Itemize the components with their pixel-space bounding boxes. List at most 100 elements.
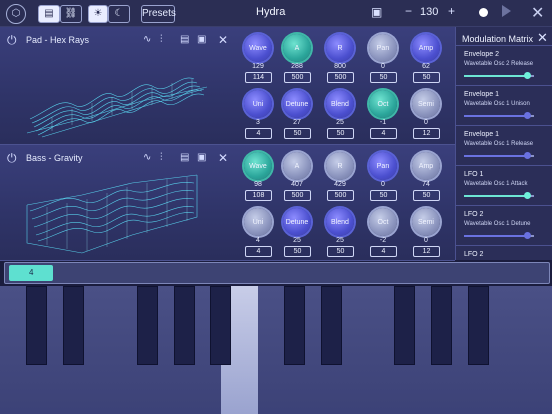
knob-range-box[interactable]: 50 bbox=[370, 190, 397, 201]
black-key[interactable] bbox=[173, 286, 195, 365]
save-icon[interactable]: ▣ bbox=[197, 152, 206, 163]
slider-thumb[interactable] bbox=[524, 232, 531, 239]
release-knob[interactable]: R bbox=[326, 34, 354, 62]
knob-range-box[interactable]: 50 bbox=[370, 72, 397, 83]
attack-knob[interactable]: A bbox=[283, 152, 311, 180]
mod-amount-slider[interactable] bbox=[464, 152, 534, 159]
knob-range-box[interactable]: 4 bbox=[370, 128, 397, 139]
black-key[interactable] bbox=[26, 286, 48, 365]
knob-range-box[interactable]: 50 bbox=[284, 246, 311, 257]
black-key[interactable] bbox=[431, 286, 453, 365]
pan-knob[interactable]: Pan bbox=[369, 152, 397, 180]
unison-knob[interactable]: Uni bbox=[244, 90, 272, 118]
play-icon[interactable] bbox=[502, 5, 511, 17]
mod-amount-slider[interactable] bbox=[464, 192, 534, 199]
waveform-icon[interactable]: ⫶ bbox=[160, 34, 163, 45]
save-icon[interactable]: ▣ bbox=[197, 34, 206, 45]
knob-range-box[interactable]: 500 bbox=[327, 190, 354, 201]
octave-indicator[interactable]: 4 bbox=[9, 265, 53, 281]
keyboard-view-button[interactable]: ▤ bbox=[38, 5, 60, 23]
unison-knob[interactable]: Uni bbox=[244, 208, 272, 236]
blend-knob[interactable]: Blend bbox=[326, 90, 354, 118]
envelope-icon[interactable]: ∿ bbox=[143, 152, 151, 163]
modulation-item[interactable]: LFO 2 Wavetable Osc 1 Detune bbox=[456, 205, 552, 245]
modulation-item[interactable]: Envelope 1 Wavetable Osc 1 Release bbox=[456, 125, 552, 165]
modulation-item[interactable]: Envelope 2 Wavetable Osc 2 Release bbox=[456, 45, 552, 85]
black-key[interactable] bbox=[210, 286, 232, 365]
slider-thumb[interactable] bbox=[524, 152, 531, 159]
record-icon[interactable] bbox=[479, 8, 488, 17]
slider-fill bbox=[464, 195, 527, 197]
black-key[interactable] bbox=[467, 286, 489, 365]
white-key[interactable] bbox=[515, 286, 552, 414]
wave-knob[interactable]: Wave bbox=[244, 152, 272, 180]
semi-knob[interactable]: Semi bbox=[412, 208, 440, 236]
mod-amount-slider[interactable] bbox=[464, 112, 534, 119]
amp-knob[interactable]: Amp bbox=[412, 34, 440, 62]
wavetable-visual bbox=[26, 174, 198, 254]
save-icon[interactable]: ▣ bbox=[371, 5, 382, 19]
black-key[interactable] bbox=[63, 286, 85, 365]
tempo-minus-button[interactable]: − bbox=[405, 4, 412, 18]
tempo-plus-button[interactable]: + bbox=[448, 4, 455, 18]
octave-scroll-strip[interactable]: 4 bbox=[4, 262, 550, 284]
semi-knob[interactable]: Semi bbox=[412, 90, 440, 118]
knob-range-box[interactable]: 50 bbox=[413, 190, 440, 201]
knob-range-box[interactable]: 4 bbox=[245, 246, 272, 257]
knob-range-box[interactable]: 12 bbox=[413, 246, 440, 257]
pan-knob[interactable]: Pan bbox=[369, 34, 397, 62]
slider-thumb[interactable] bbox=[524, 192, 531, 199]
power-icon[interactable]: ⏻ bbox=[7, 151, 17, 166]
black-key[interactable] bbox=[283, 286, 305, 365]
slider-thumb[interactable] bbox=[524, 72, 531, 79]
knob-value: 98 bbox=[254, 181, 262, 188]
link-icon[interactable]: ⛓ bbox=[60, 5, 82, 23]
clipboard-icon[interactable]: ▤ bbox=[180, 152, 189, 163]
knob-range-box[interactable]: 500 bbox=[327, 72, 354, 83]
mod-amount-slider[interactable] bbox=[464, 72, 534, 79]
close-icon[interactable]: ✕ bbox=[218, 33, 228, 47]
detune-knob[interactable]: Detune bbox=[283, 90, 311, 118]
modulation-title: Modulation Matrix bbox=[462, 34, 534, 44]
mod-amount-slider[interactable] bbox=[464, 232, 534, 239]
blend-knob[interactable]: Blend bbox=[326, 208, 354, 236]
black-key[interactable] bbox=[320, 286, 342, 365]
modulation-item[interactable]: LFO 1 Wavetable Osc 1 Attack bbox=[456, 165, 552, 205]
knob-range-box[interactable]: 500 bbox=[284, 72, 311, 83]
light-mode-icon[interactable]: ☀ bbox=[88, 5, 108, 23]
close-icon[interactable]: ✕ bbox=[537, 30, 548, 46]
knob-range-box[interactable]: 50 bbox=[284, 128, 311, 139]
release-knob[interactable]: R bbox=[326, 152, 354, 180]
dark-mode-icon[interactable]: ☾ bbox=[108, 5, 130, 23]
knob-range-box[interactable]: 50 bbox=[327, 128, 354, 139]
waveform-icon[interactable]: ⫶ bbox=[160, 152, 163, 163]
modulation-item[interactable]: Envelope 1 Wavetable Osc 1 Unison bbox=[456, 85, 552, 125]
knob-range-box[interactable]: 50 bbox=[327, 246, 354, 257]
knob-range-box[interactable]: 108 bbox=[245, 190, 272, 201]
octave-knob[interactable]: Oct bbox=[369, 208, 397, 236]
knob-value: 407 bbox=[291, 181, 303, 188]
power-icon[interactable]: ⏻ bbox=[7, 33, 17, 48]
modulation-item[interactable]: LFO 2 bbox=[456, 245, 552, 261]
knob-range-box[interactable]: 50 bbox=[413, 72, 440, 83]
knob-range-box[interactable]: 4 bbox=[245, 128, 272, 139]
amp-knob[interactable]: Amp bbox=[412, 152, 440, 180]
hydra-logo-icon[interactable]: ⬡ bbox=[6, 4, 26, 24]
slider-thumb[interactable] bbox=[524, 112, 531, 119]
clipboard-icon[interactable]: ▤ bbox=[180, 34, 189, 45]
wave-knob[interactable]: Wave bbox=[244, 34, 272, 62]
envelope-icon[interactable]: ∿ bbox=[143, 34, 151, 45]
black-key[interactable] bbox=[136, 286, 158, 365]
knob-value: -2 bbox=[379, 237, 387, 244]
presets-button[interactable]: Presets bbox=[141, 5, 176, 23]
knob-range-box[interactable]: 4 bbox=[370, 246, 397, 257]
attack-knob[interactable]: A bbox=[283, 34, 311, 62]
detune-knob[interactable]: Detune bbox=[283, 208, 311, 236]
octave-knob[interactable]: Oct bbox=[369, 90, 397, 118]
black-key[interactable] bbox=[394, 286, 416, 365]
knob-range-box[interactable]: 12 bbox=[413, 128, 440, 139]
close-icon[interactable]: ✕ bbox=[218, 151, 228, 165]
knob-range-box[interactable]: 114 bbox=[245, 72, 272, 83]
close-icon[interactable]: ✕ bbox=[531, 3, 544, 23]
knob-range-box[interactable]: 500 bbox=[284, 190, 311, 201]
